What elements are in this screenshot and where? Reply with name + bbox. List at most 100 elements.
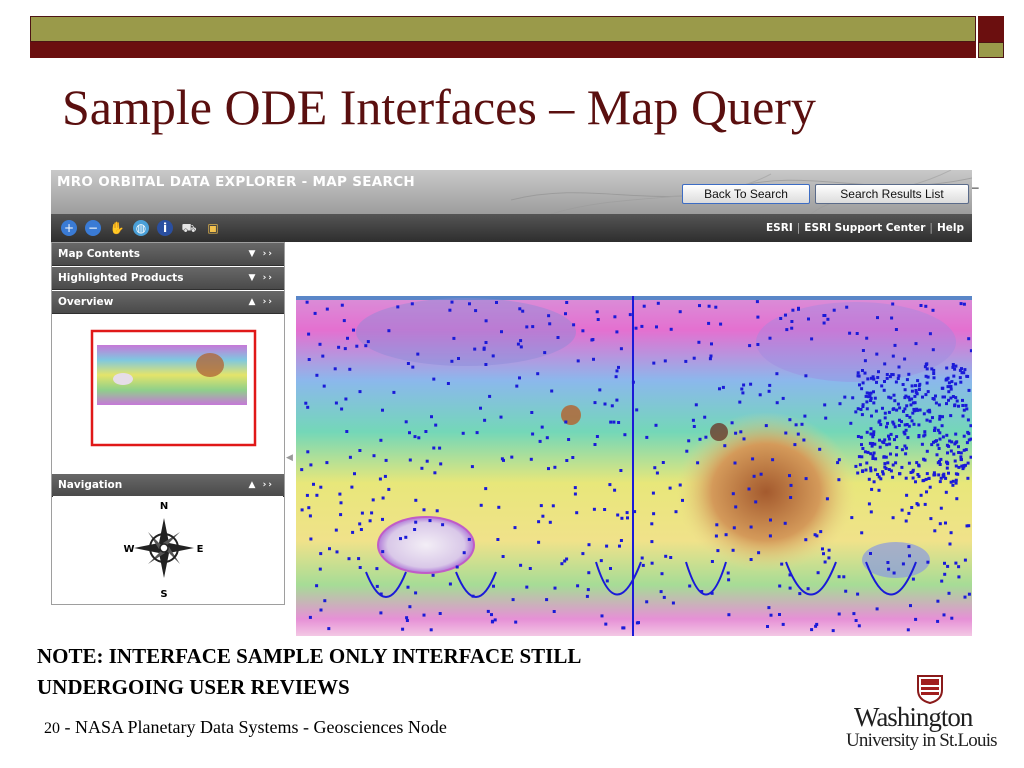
footprint-marker[interactable] [910, 397, 914, 401]
footprint-marker[interactable] [848, 331, 852, 335]
footprint-marker[interactable] [945, 402, 948, 406]
footprint-marker[interactable] [605, 579, 609, 583]
footprint-marker[interactable] [758, 393, 762, 397]
footprint-marker[interactable] [439, 462, 443, 466]
footprint-marker[interactable] [788, 586, 792, 590]
footprint-marker[interactable] [924, 393, 928, 397]
footprint-marker[interactable] [652, 512, 656, 516]
footprint-marker[interactable] [714, 534, 718, 538]
footprint-marker[interactable] [357, 557, 361, 561]
footprint-marker[interactable] [626, 516, 629, 520]
footprint-marker[interactable] [855, 332, 859, 335]
footprint-marker[interactable] [718, 387, 721, 391]
footprint-marker[interactable] [618, 544, 621, 548]
footprint-marker[interactable] [732, 526, 736, 530]
footprint-marker[interactable] [495, 301, 498, 304]
footprint-marker[interactable] [969, 455, 973, 459]
footprint-marker[interactable] [891, 354, 895, 358]
footprint-marker[interactable] [954, 481, 958, 485]
pan-hand-icon[interactable]: ✋ [109, 220, 125, 236]
footprint-marker[interactable] [405, 616, 409, 620]
footprint-marker[interactable] [609, 420, 613, 424]
footprint-marker[interactable] [822, 321, 826, 325]
footprint-marker[interactable] [883, 380, 886, 383]
footprint-marker[interactable] [958, 376, 962, 380]
footprint-marker[interactable] [806, 587, 810, 591]
footprint-marker[interactable] [492, 584, 495, 588]
footprint-marker[interactable] [914, 389, 918, 392]
footprint-marker[interactable] [959, 451, 963, 455]
overview-map[interactable] [53, 325, 283, 473]
footprint-marker[interactable] [486, 609, 490, 613]
footprint-marker[interactable] [473, 347, 477, 351]
footprint-marker[interactable] [488, 394, 492, 398]
footprint-marker[interactable] [339, 513, 343, 517]
footprint-marker[interactable] [925, 418, 929, 422]
footprint-marker[interactable] [541, 514, 545, 518]
footprint-marker[interactable] [742, 383, 746, 387]
footprint-marker[interactable] [710, 342, 713, 346]
footprint-marker[interactable] [908, 554, 911, 558]
footprint-marker[interactable] [803, 414, 807, 418]
footprint-marker[interactable] [599, 559, 603, 563]
footprint-marker[interactable] [684, 359, 688, 363]
footprint-marker[interactable] [771, 458, 775, 462]
footprint-marker[interactable] [319, 552, 323, 556]
footprint-marker[interactable] [879, 423, 883, 427]
footprint-marker[interactable] [768, 534, 772, 538]
footprint-marker[interactable] [936, 619, 940, 623]
footprint-marker[interactable] [519, 345, 523, 349]
footprint-marker[interactable] [668, 486, 672, 490]
footprint-marker[interactable] [590, 338, 594, 342]
footprint-marker[interactable] [615, 330, 619, 334]
footprint-marker[interactable] [742, 437, 746, 441]
footprint-marker[interactable] [882, 455, 886, 459]
footprint-marker[interactable] [348, 367, 352, 371]
footprint-marker[interactable] [936, 428, 940, 432]
footprint-marker[interactable] [949, 531, 953, 535]
footprint-marker[interactable] [891, 407, 895, 411]
footprint-marker[interactable] [905, 493, 909, 497]
footprint-marker[interactable] [368, 519, 372, 523]
footprint-marker[interactable] [917, 423, 921, 427]
footprint-marker[interactable] [379, 611, 383, 615]
footprint-marker[interactable] [856, 371, 860, 375]
footprint-marker[interactable] [333, 367, 337, 371]
footprint-marker[interactable] [914, 617, 918, 621]
footprint-marker[interactable] [961, 414, 965, 418]
footprint-marker[interactable] [896, 402, 900, 406]
footprint-marker[interactable] [900, 465, 904, 469]
footprint-marker[interactable] [337, 345, 341, 349]
footprint-marker[interactable] [947, 591, 951, 595]
footprint-marker[interactable] [914, 384, 917, 388]
footprint-marker[interactable] [966, 430, 970, 434]
footprint-marker[interactable] [895, 408, 899, 412]
footprint-marker[interactable] [620, 516, 624, 520]
footprint-marker[interactable] [883, 362, 887, 366]
footprint-marker[interactable] [959, 455, 963, 459]
footprint-marker[interactable] [551, 504, 555, 508]
footprint-marker[interactable] [741, 391, 745, 395]
footprint-marker[interactable] [408, 458, 412, 462]
footprint-marker[interactable] [669, 556, 673, 559]
footprint-marker[interactable] [907, 395, 911, 399]
footprint-marker[interactable] [869, 510, 873, 514]
footprint-marker[interactable] [887, 567, 891, 571]
footprint-marker[interactable] [315, 373, 319, 377]
footprint-marker[interactable] [903, 388, 907, 392]
footprint-marker[interactable] [661, 461, 665, 464]
footprint-marker[interactable] [895, 453, 898, 457]
footprint-marker[interactable] [370, 511, 374, 515]
footprint-marker[interactable] [859, 435, 863, 439]
footprint-marker[interactable] [856, 435, 860, 438]
footprint-marker[interactable] [819, 530, 823, 534]
footprint-marker[interactable] [878, 445, 882, 449]
footprint-marker[interactable] [876, 316, 879, 320]
footprint-marker[interactable] [908, 415, 912, 419]
footprint-marker[interactable] [510, 455, 514, 459]
footprint-marker[interactable] [610, 404, 614, 408]
footprint-marker[interactable] [947, 444, 951, 448]
footprint-marker[interactable] [595, 435, 599, 438]
footprint-marker[interactable] [614, 375, 618, 379]
footprint-marker[interactable] [874, 409, 878, 413]
